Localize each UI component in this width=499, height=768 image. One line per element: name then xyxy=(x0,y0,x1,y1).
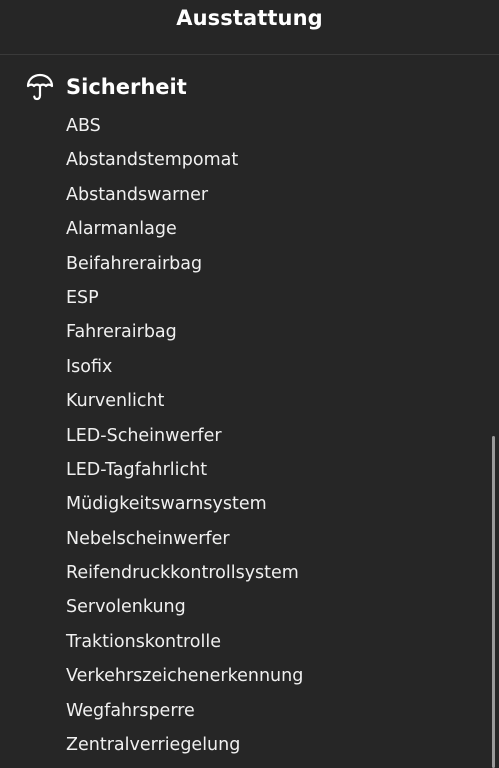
list-item: Müdigkeitswarnsystem xyxy=(66,494,267,515)
list-item: Zentralverriegelung xyxy=(66,735,241,756)
list-item: Reifendruckkontrollsystem xyxy=(66,563,299,584)
list-item: Kurvenlicht xyxy=(66,391,165,412)
list-item: Abstandswarner xyxy=(66,184,209,205)
list-item: Alarmanlage xyxy=(66,219,177,240)
list-item: LED-Scheinwerfer xyxy=(66,425,222,446)
list-item: Nebelscheinwerfer xyxy=(66,528,230,549)
scrollbar[interactable] xyxy=(492,436,495,768)
list-item: Abstandstempomat xyxy=(66,150,239,171)
list-item: ESP xyxy=(66,287,99,308)
umbrella-icon xyxy=(26,73,54,101)
list-item: Verkehrszeichenerkennung xyxy=(66,666,304,687)
list-item: Beifahrerairbag xyxy=(66,253,203,274)
list-item: Traktionskontrolle xyxy=(66,631,221,652)
list-item: Wegfahrsperre xyxy=(66,700,195,721)
list-item: LED-Tagfahrlicht xyxy=(66,459,208,480)
page-title: Ausstattung xyxy=(176,6,323,30)
list-item: Isofix xyxy=(66,356,113,377)
scrollbar-thumb[interactable] xyxy=(492,436,495,768)
list-item: ABS xyxy=(66,116,101,136)
section-title: Sicherheit xyxy=(66,75,187,99)
feature-list: ABS Abstandstempomat Abstandswarner Alar… xyxy=(66,109,303,762)
list-item: Fahrerairbag xyxy=(66,322,177,343)
list-item: Servolenkung xyxy=(66,597,186,618)
header-bar: Ausstattung xyxy=(0,0,499,55)
section-header-sicherheit: Sicherheit xyxy=(26,70,187,104)
